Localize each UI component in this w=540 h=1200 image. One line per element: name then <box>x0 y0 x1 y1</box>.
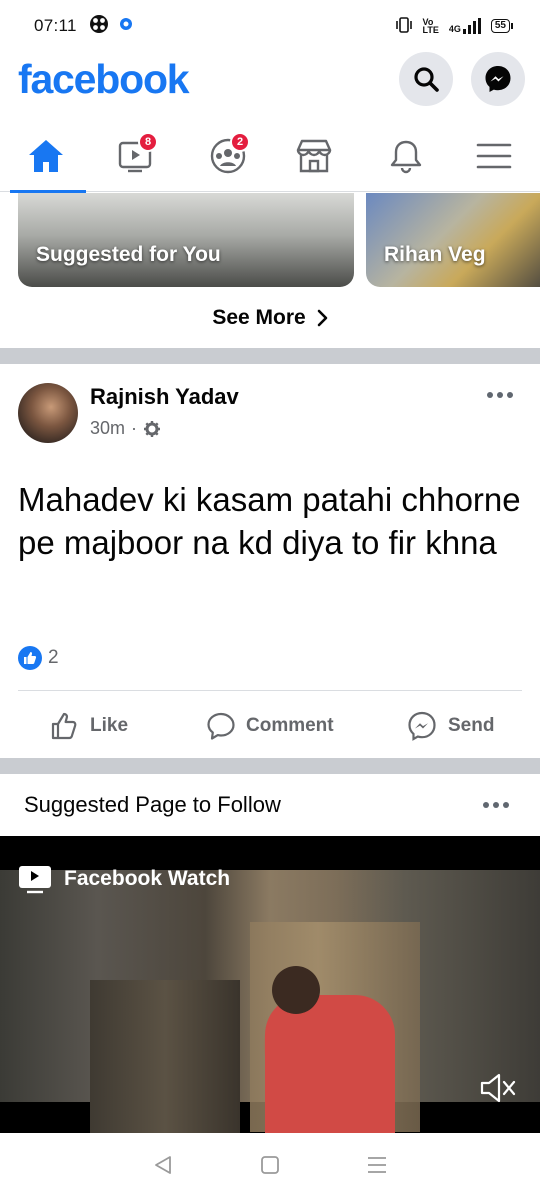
search-icon <box>414 67 439 92</box>
system-nav-bar <box>0 1134 540 1200</box>
see-more-label: See More <box>212 306 306 329</box>
gear-icon <box>144 420 161 437</box>
tab-menu[interactable] <box>454 120 534 192</box>
like-reaction-icon <box>18 646 42 670</box>
reaction-count: 2 <box>48 647 59 668</box>
video-source-name: Facebook Watch <box>64 867 231 890</box>
post-options-button[interactable] <box>487 392 513 398</box>
hamburger-icon <box>476 143 512 169</box>
suggested-options-button[interactable] <box>483 802 509 808</box>
suggested-card[interactable]: Rihan Veg <box>366 193 540 287</box>
dot-notification-icon <box>119 16 133 36</box>
card-label: Suggested for You <box>36 243 221 266</box>
recents-nav-icon[interactable] <box>366 1154 388 1181</box>
battery-icon: 55 <box>490 19 514 33</box>
home-icon <box>29 140 63 172</box>
store-icon <box>296 139 332 173</box>
avatar[interactable] <box>18 383 78 443</box>
home-nav-icon[interactable] <box>259 1154 281 1181</box>
video-source-label[interactable]: Facebook Watch <box>18 864 230 894</box>
comment-icon <box>207 712 235 740</box>
feed-divider <box>0 348 540 364</box>
post-separator <box>18 690 522 691</box>
vibrate-icon <box>395 16 413 36</box>
post-text: Mahadev ki kasam patahi chhorne pe majbo… <box>18 481 521 561</box>
speaker-muted-icon <box>480 1073 516 1103</box>
video-player[interactable]: Facebook Watch <box>0 836 540 1133</box>
status-time: 07:11 <box>34 16 77 35</box>
bell-icon <box>390 140 422 174</box>
groups-badge: 2 <box>230 132 250 152</box>
messenger-button[interactable] <box>471 52 525 106</box>
tab-groups[interactable]: 2 <box>188 120 268 192</box>
suggested-card[interactable]: Suggested for You <box>18 193 354 287</box>
post-meta: 30m · <box>90 418 161 439</box>
back-nav-icon[interactable] <box>152 1154 174 1181</box>
messenger-icon <box>485 66 511 92</box>
see-more-button[interactable]: See More <box>0 296 540 340</box>
send-label: Send <box>448 715 495 736</box>
tab-bar: 8 2 <box>0 120 540 193</box>
facebook-logo[interactable]: facebook <box>18 56 190 103</box>
post-time[interactable]: 30m <box>90 418 125 439</box>
mute-button[interactable] <box>478 1068 518 1113</box>
signal-icon: 4G <box>449 18 481 34</box>
meta-separator: · <box>131 418 138 438</box>
tab-notifications[interactable] <box>366 120 446 192</box>
app-header: facebook <box>0 52 540 112</box>
volte-icon: Vo LTE <box>422 17 439 35</box>
network-type: 4G <box>448 24 461 34</box>
send-button[interactable]: Send <box>406 700 494 752</box>
tab-marketplace[interactable] <box>274 120 354 192</box>
like-icon <box>51 712 77 740</box>
tab-watch[interactable]: 8 <box>96 120 176 192</box>
chevron-right-icon <box>317 309 327 327</box>
feed-divider <box>0 758 540 774</box>
app-notification-icon <box>89 14 109 39</box>
like-label: Like <box>90 715 129 736</box>
messenger-send-icon <box>408 711 436 741</box>
like-button[interactable]: Like <box>50 700 128 752</box>
comment-label: Comment <box>246 715 334 736</box>
post-actions: Like Comment Send <box>0 700 540 752</box>
watch-play-icon <box>19 866 51 894</box>
video-frame <box>0 870 540 1133</box>
suggested-page-title: Suggested Page to Follow <box>24 792 281 817</box>
watch-badge: 8 <box>138 132 158 152</box>
reactions-summary[interactable]: 2 <box>18 646 59 670</box>
post-author[interactable]: Rajnish Yadav <box>90 384 239 410</box>
status-bar: 07:11 Vo LTE 4G 55 <box>0 0 540 52</box>
comment-button[interactable]: Comment <box>206 700 334 752</box>
tab-home[interactable] <box>6 120 86 193</box>
card-label: Rihan Veg <box>384 243 486 266</box>
search-button[interactable] <box>399 52 453 106</box>
suggested-carousel: Suggested for You Rihan Veg <box>0 193 540 287</box>
